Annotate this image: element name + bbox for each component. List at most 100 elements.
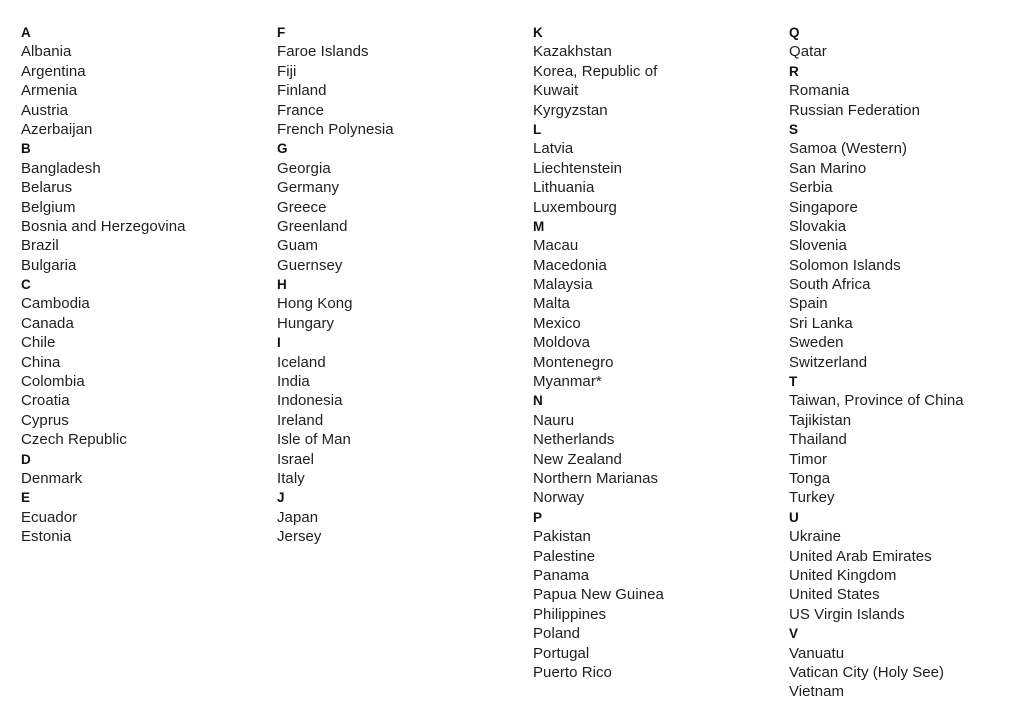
country-index-list: A Albania Argentina Armenia Austria Azerbaija…: [0, 0, 1024, 714]
country-name: Faroe Islands: [277, 43, 369, 61]
country-name: Timor: [789, 450, 828, 468]
country-name: Taiwan, Province of China: [789, 392, 964, 410]
country-name: Vatican City (Holy See): [789, 663, 945, 681]
country-name: Philippines: [533, 605, 607, 623]
country-name: Sweden: [789, 334, 844, 352]
country-name: Latvia: [533, 140, 574, 158]
country-name: Qatar: [789, 43, 827, 61]
country-name: Austria: [21, 101, 69, 119]
country-name: Kyrgyzstan: [533, 101, 608, 119]
country-name: Italy: [277, 469, 305, 487]
country-name: Hong Kong: [277, 295, 353, 313]
country-name: Luxembourg: [533, 198, 617, 216]
country-name: Switzerland: [789, 353, 868, 371]
country-name: Slovenia: [789, 237, 847, 255]
letter-group-K: K Kazakhstan Korea, Republic of Kuwait Kyrgy…: [533, 23, 768, 120]
country-name: Finland: [277, 82, 327, 100]
country-name: US Virgin Islands: [789, 605, 905, 623]
country-name: Samoa (Western): [789, 140, 908, 158]
country-name: Albania: [21, 43, 72, 61]
country-name: Bangladesh: [21, 159, 101, 177]
country-name: France: [277, 101, 324, 119]
country-name: Czech Republic: [21, 431, 127, 449]
index-column-2: F Faroe Islands Fiji Finland France French Po…: [256, 23, 512, 547]
country-name: Iceland: [277, 353, 326, 371]
country-name: Korea, Republic of: [533, 62, 658, 80]
letter-group-S: S Samoa (Western) San Marino Serbia Singapor…: [789, 120, 1024, 372]
letter-heading: T: [789, 374, 798, 390]
country-name: Hungary: [277, 314, 335, 332]
country-name: Germany: [277, 179, 340, 197]
country-name: Croatia: [21, 392, 70, 410]
country-name: Puerto Rico: [533, 663, 612, 681]
letter-group-D: D Denmark: [21, 450, 256, 489]
country-name: Poland: [533, 625, 581, 643]
country-name: Japan: [277, 508, 319, 526]
country-name: Guernsey: [277, 256, 343, 274]
letter-heading: N: [533, 393, 543, 409]
country-name: Romania: [789, 82, 850, 100]
letter-group-U: U Ukraine United Arab Emirates United Kingd…: [789, 508, 1024, 624]
country-name: Colombia: [21, 373, 85, 391]
country-name: New Zealand: [533, 450, 622, 468]
country-name: Cambodia: [21, 295, 90, 313]
letter-group-M: M Macau Macedonia Malaysia Malta Mexico Moldov…: [533, 217, 768, 392]
country-name: Lithuania: [533, 179, 595, 197]
country-name: Vietnam: [789, 683, 845, 701]
country-name: United Arab Emirates: [789, 547, 932, 565]
country-name: San Marino: [789, 159, 867, 177]
letter-heading: L: [533, 121, 542, 137]
country-name: Northern Marianas: [533, 469, 659, 487]
country-name: India: [277, 373, 310, 391]
letter-group-J: J Japan Jersey: [277, 488, 512, 546]
country-name: Belgium: [21, 198, 76, 216]
letter-heading: R: [789, 63, 799, 79]
letter-group-Q: Q Qatar: [789, 23, 1024, 62]
letter-group-V: V Vanuatu Vatican City (Holy See) Vietnam: [789, 624, 1024, 702]
country-name: China: [21, 353, 61, 371]
country-name: Nauru: [533, 411, 575, 429]
letter-group-B: B Bangladesh Belarus Belgium Bosnia and Herz…: [21, 139, 256, 275]
country-name: Greece: [277, 198, 327, 216]
letter-group-R: R Romania Russian Federation: [789, 62, 1024, 120]
country-name: Greenland: [277, 217, 348, 235]
country-name: Argentina: [21, 62, 86, 80]
letter-group-I: I Iceland India Indonesia Ireland Isle of Man…: [277, 333, 512, 488]
country-name: French Polynesia: [277, 120, 394, 138]
country-name: Azerbaijan: [21, 120, 93, 138]
letter-group-T: T Taiwan, Province of China Tajikistan Thai…: [789, 372, 1024, 508]
country-name: Jersey: [277, 528, 322, 546]
country-name: Georgia: [277, 159, 331, 177]
country-name: Pakistan: [533, 528, 591, 546]
letter-heading: J: [277, 490, 285, 506]
country-name: Ireland: [277, 411, 324, 429]
country-name: Netherlands: [533, 431, 615, 449]
country-name: Denmark: [21, 469, 83, 487]
country-name: Slovakia: [789, 217, 847, 235]
letter-heading: C: [21, 277, 31, 293]
country-name: Serbia: [789, 179, 833, 197]
country-name: Canada: [21, 314, 74, 332]
country-name: Portugal: [533, 644, 590, 662]
country-name: Guam: [277, 237, 319, 255]
letter-heading: G: [277, 141, 288, 157]
country-name: Tajikistan: [789, 411, 852, 429]
letter-group-N: N Nauru Netherlands New Zealand Northern Mar…: [533, 391, 768, 507]
country-name: Kuwait: [533, 82, 579, 100]
country-name: Malaysia: [533, 276, 593, 294]
country-name: Palestine: [533, 547, 596, 565]
country-name: Isle of Man: [277, 431, 351, 449]
country-name: Bulgaria: [21, 256, 77, 274]
country-name: Fiji: [277, 62, 297, 80]
country-name: United States: [789, 586, 880, 604]
index-column-3: K Kazakhstan Korea, Republic of Kuwait Kyrgy…: [512, 23, 768, 682]
country-name: Thailand: [789, 431, 847, 449]
letter-heading: M: [533, 218, 545, 234]
letter-heading: Q: [789, 25, 800, 40]
letter-heading: E: [21, 490, 31, 506]
country-name: Myanmar*: [533, 373, 602, 391]
country-name: Vanuatu: [789, 644, 845, 662]
country-name: Mexico: [533, 314, 581, 332]
country-name: United Kingdom: [789, 566, 897, 584]
letter-group-H: H Hong Kong Hungary: [277, 275, 512, 333]
